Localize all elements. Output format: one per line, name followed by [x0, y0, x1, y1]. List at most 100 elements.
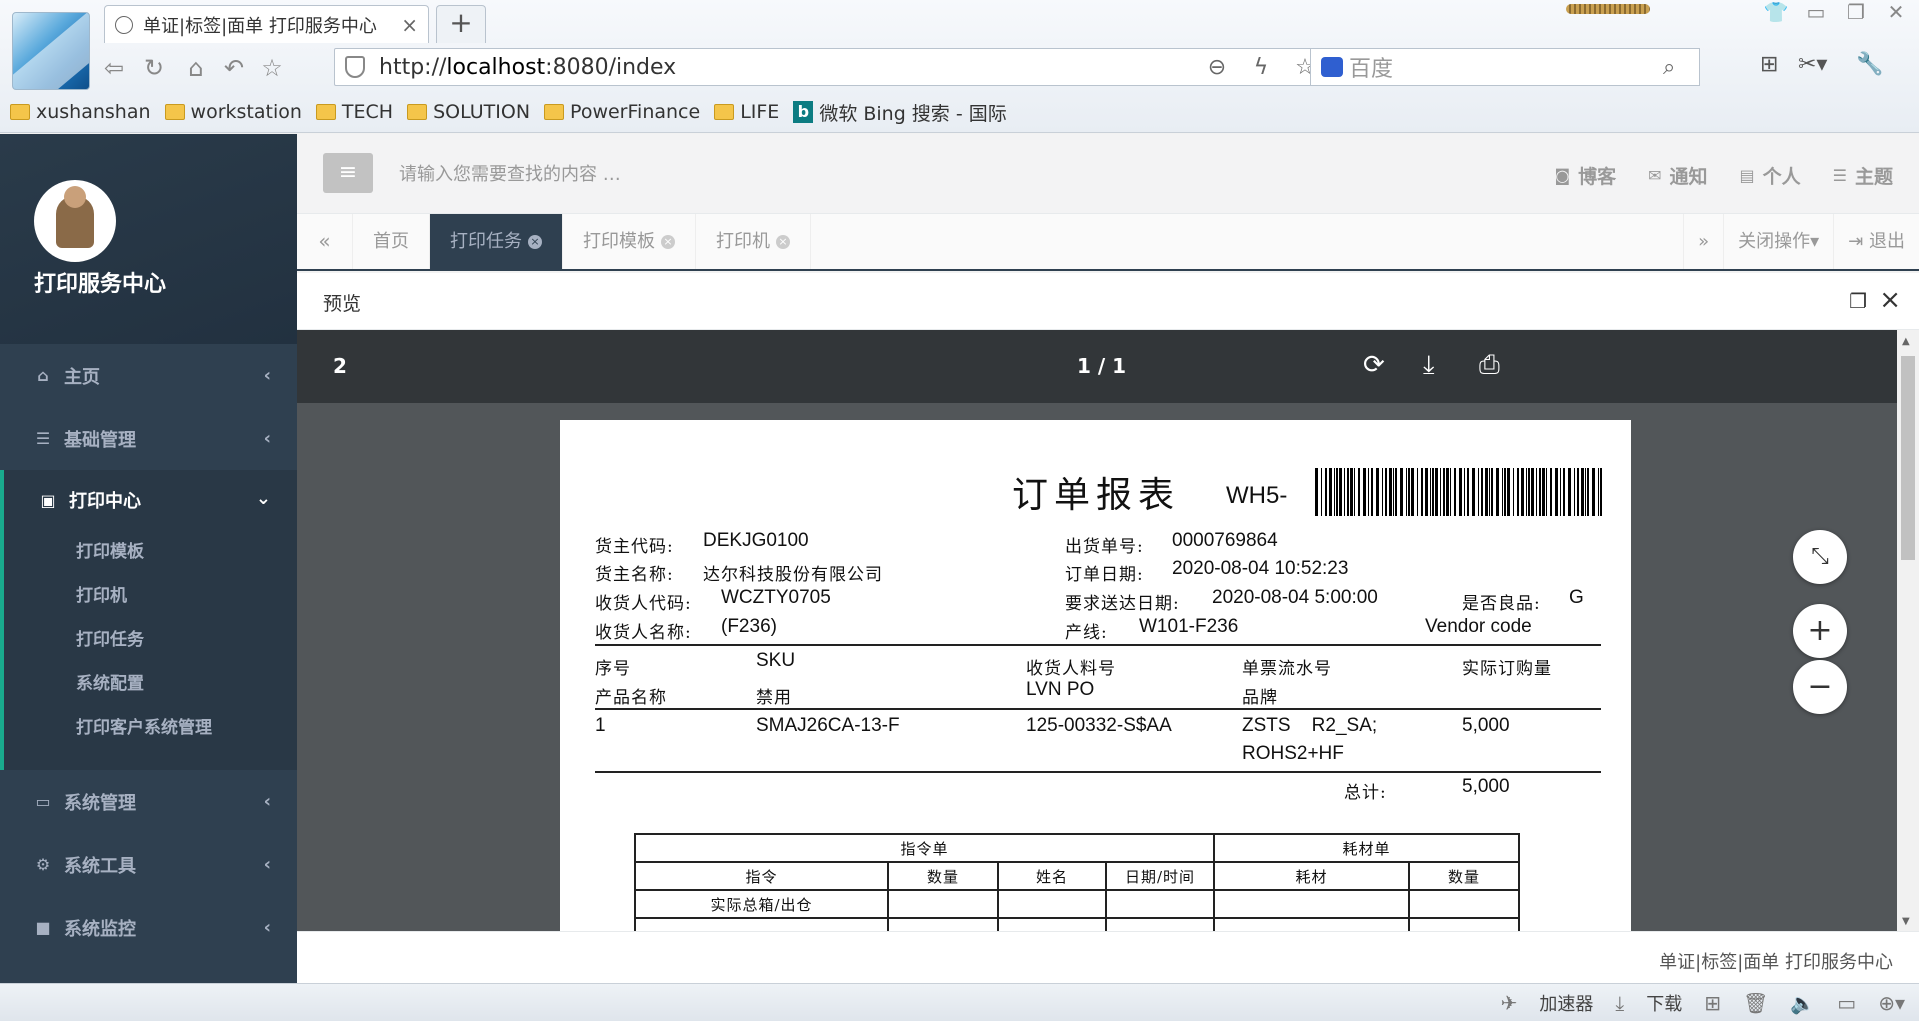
- barcode-bar: [1526, 468, 1527, 516]
- scroll-down-icon[interactable]: ▼: [1902, 916, 1910, 927]
- address-bar[interactable]: http://localhost:8080/index ⊖ ϟ ☆ ▼: [334, 48, 1354, 86]
- tab-printer[interactable]: 打印机 ×: [696, 214, 811, 269]
- minimize-icon[interactable]: ▭: [1803, 0, 1829, 24]
- bookmark-xushanshan[interactable]: xushanshan: [10, 101, 151, 123]
- close-window-icon[interactable]: ✕: [1883, 0, 1909, 24]
- tab-print-template[interactable]: 打印模板 ×: [563, 214, 696, 269]
- top-link-notice[interactable]: ✉ 通知: [1648, 162, 1707, 189]
- instruction-table: 指令单 耗材单 指令 数量 姓名 日期/时间 耗材 数量 实际总箱/出仓: [634, 833, 1520, 931]
- skin-icon[interactable]: 👕: [1763, 0, 1789, 24]
- close-operations-dropdown[interactable]: 关闭操作▾: [1723, 214, 1833, 269]
- url-text[interactable]: http://localhost:8080/index: [379, 55, 1195, 80]
- bookmark-tech[interactable]: TECH: [315, 101, 393, 123]
- submenu-system-config[interactable]: 系统配置: [39, 662, 144, 706]
- zoom-icon[interactable]: ⊕▾: [1878, 991, 1905, 1015]
- tab-close-icon[interactable]: ×: [776, 234, 790, 249]
- maximize-icon[interactable]: ❐: [1849, 289, 1867, 313]
- speaker-icon[interactable]: 🔈: [1790, 991, 1815, 1015]
- rotate-icon[interactable]: ⟳: [1363, 350, 1385, 380]
- fit-page-button[interactable]: ⤡: [1793, 530, 1847, 584]
- browser-tab[interactable]: 单证|标签|面单 打印服务中心 ×: [104, 5, 429, 43]
- submenu-printer[interactable]: 打印机: [39, 574, 127, 618]
- zoom-in-button[interactable]: +: [1793, 604, 1847, 658]
- table-col-qty: 数量: [887, 861, 999, 891]
- barcode-bar: [1363, 468, 1366, 516]
- bookmark-powerfinance[interactable]: PowerFinance: [544, 101, 700, 123]
- download-icon[interactable]: ⤓: [1615, 991, 1624, 1015]
- folder-icon: [164, 104, 185, 120]
- table-col-name: 姓名: [997, 861, 1107, 891]
- tab-print-task[interactable]: 打印任务 ×: [430, 214, 563, 269]
- table-col-cmd: 指令: [634, 861, 889, 891]
- zoom-out-button[interactable]: −: [1793, 660, 1847, 714]
- bookmark-bing[interactable]: b 微软 Bing 搜索 - 国际: [793, 99, 1007, 126]
- screen-icon[interactable]: ▭: [1837, 991, 1856, 1015]
- print-center-toggle[interactable]: ▣ 打印中心: [39, 470, 141, 530]
- column-header-serial: 单票流水号: [1242, 659, 1332, 679]
- barcode-bar: [1321, 468, 1322, 516]
- bookmark-solution[interactable]: SOLUTION: [407, 101, 530, 123]
- refresh-icon[interactable]: ↻: [138, 52, 170, 84]
- barcode-bar: [1531, 468, 1534, 516]
- sidebar-item-basic-management[interactable]: ☰ 基础管理 ‹: [0, 407, 297, 470]
- pdf-scrollbar[interactable]: ▲ ▼: [1897, 330, 1919, 931]
- sidebar-item-home[interactable]: ⌂ 主页 ‹: [0, 344, 297, 407]
- divider: [595, 644, 1601, 646]
- tabs-scroll-left-icon[interactable]: «: [297, 214, 353, 269]
- top-navbar: ≡ 请输入您需要查找的内容 … ◙ 博客 ✉ 通知 ▤ 个人 ☰ 主题: [297, 134, 1919, 214]
- barcode-bar: [1334, 468, 1335, 516]
- print-icon[interactable]: ⎙: [1479, 350, 1500, 381]
- logout-button[interactable]: ⇥ 退出: [1833, 214, 1919, 269]
- top-link-blog[interactable]: ◙ 博客: [1555, 162, 1617, 189]
- download-icon[interactable]: ⤓: [1423, 350, 1435, 381]
- top-search-input[interactable]: 请输入您需要查找的内容 …: [399, 160, 621, 186]
- back-icon[interactable]: ⇦: [98, 52, 130, 84]
- tab-close-icon[interactable]: ×: [401, 13, 418, 37]
- tab-close-icon[interactable]: ×: [661, 234, 675, 249]
- wrench-icon[interactable]: 🔧: [1856, 52, 1883, 77]
- column-header-sku: SKU: [756, 650, 796, 671]
- owner-code: DEKJG0100: [703, 530, 809, 551]
- submenu-print-template[interactable]: 打印模板: [39, 530, 144, 574]
- avatar[interactable]: [34, 180, 116, 262]
- accelerator-button[interactable]: 加速器: [1539, 990, 1593, 1016]
- submenu-print-client-system[interactable]: 打印客户系统管理: [39, 706, 212, 750]
- scissors-icon[interactable]: ✂▾: [1798, 52, 1827, 77]
- trash-icon[interactable]: 🗑: [1743, 991, 1768, 1015]
- rocket-icon[interactable]: ✈: [1501, 991, 1518, 1015]
- scroll-up-icon[interactable]: ▲: [1902, 336, 1910, 347]
- sidebar-item-system-management[interactable]: ▭ 系统管理 ‹: [0, 770, 297, 833]
- browser-logo[interactable]: [12, 12, 90, 90]
- tab-home[interactable]: 首页: [353, 214, 430, 269]
- top-link-theme[interactable]: ☰ 主题: [1833, 162, 1893, 189]
- zoom-out-icon[interactable]: ⊖: [1195, 55, 1239, 80]
- restore-icon[interactable]: ❐: [1843, 0, 1869, 24]
- plus-box-icon[interactable]: ⊞: [1704, 991, 1721, 1015]
- bookmark-workstation[interactable]: workstation: [164, 101, 302, 123]
- tabs-scroll-right-icon[interactable]: »: [1683, 214, 1723, 269]
- sidebar-item-system-monitor[interactable]: ■ 系统监控 ‹: [0, 896, 297, 959]
- new-tab-button[interactable]: +: [436, 5, 486, 43]
- pdf-viewport[interactable]: 订单报表 WH5- 货主代码: DEKJG0100 货主名称: 达尔科技股份有限…: [297, 403, 1897, 931]
- field-label: 订单日期:: [1065, 565, 1144, 585]
- barcode-bar: [1368, 468, 1369, 516]
- desktop-icon: ▭: [35, 792, 51, 811]
- sidebar-item-system-tools[interactable]: ⚙ 系统工具 ‹: [0, 833, 297, 896]
- barcode-bar: [1517, 468, 1519, 516]
- grid-icon[interactable]: ⊞: [1760, 52, 1778, 77]
- bookmark-life[interactable]: LIFE: [714, 101, 779, 123]
- top-link-personal[interactable]: ▤ 个人: [1740, 162, 1801, 189]
- menu-toggle-button[interactable]: ≡: [323, 153, 373, 193]
- scrollbar-thumb[interactable]: [1901, 356, 1915, 560]
- favorite-icon[interactable]: ☆: [256, 52, 288, 84]
- search-engine-box[interactable]: 百度 ⌕: [1310, 48, 1700, 86]
- download-button[interactable]: 下载: [1646, 990, 1682, 1016]
- submenu-print-task[interactable]: 打印任务: [39, 618, 144, 662]
- home-icon[interactable]: ⌂: [180, 52, 212, 84]
- close-icon[interactable]: ×: [1879, 285, 1901, 315]
- undo-icon[interactable]: ↶: [218, 52, 250, 84]
- tab-close-icon[interactable]: ×: [528, 234, 542, 249]
- search-icon[interactable]: ⌕: [1663, 55, 1699, 80]
- navigation-row: ⇦ ↻ ⌂ ↶ ☆ http://localhost:8080/index ⊖ …: [98, 48, 1919, 88]
- lightning-icon[interactable]: ϟ: [1239, 55, 1283, 80]
